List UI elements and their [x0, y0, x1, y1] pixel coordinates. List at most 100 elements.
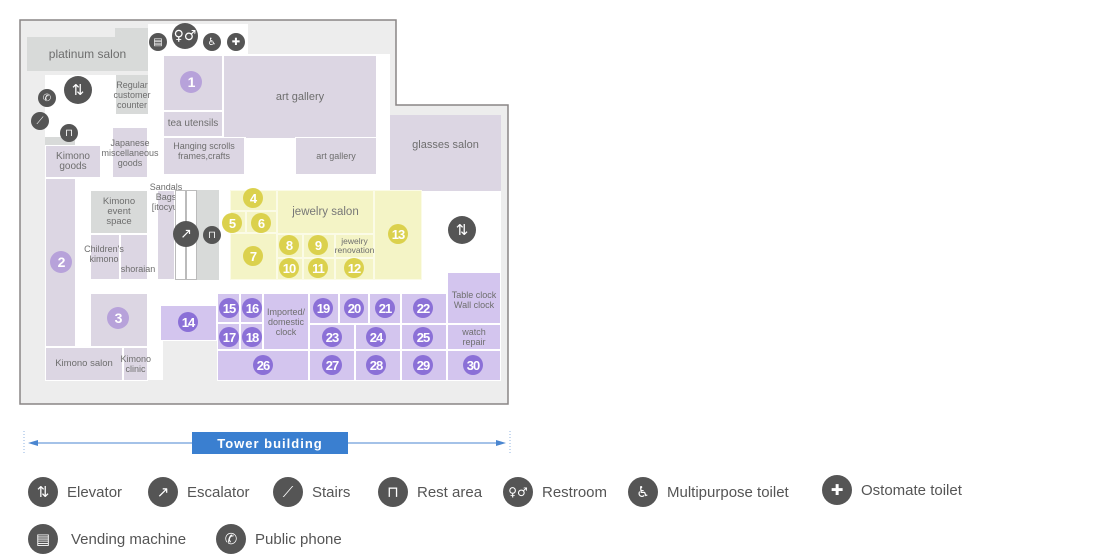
rest-area-icon: ⊓	[203, 226, 221, 244]
escalator-icon: ↗	[148, 477, 178, 507]
rest-area-icon: ⊓	[378, 477, 408, 507]
marker-5[interactable]: 5	[222, 213, 242, 233]
marker-1[interactable]: 1	[180, 71, 202, 93]
marker-20[interactable]: 20	[344, 298, 364, 318]
marker-26[interactable]: 26	[253, 355, 273, 375]
legend-escalator: ↗ Escalator	[148, 477, 250, 507]
imported-clock-label: Imported/ domestic clock	[266, 306, 306, 337]
legend-vending-machine: ▤ Vending machine	[28, 524, 186, 554]
platinum-salon[interactable]: platinum salon	[27, 37, 148, 71]
watch-repair[interactable]: watch repair	[447, 324, 501, 350]
building-span-indicator	[23, 431, 511, 455]
table-wall-clock[interactable]: Table clock Wall clock	[447, 272, 501, 324]
glasses-salon[interactable]: glasses salon	[390, 115, 501, 191]
marker-28[interactable]: 28	[366, 355, 386, 375]
marker-30[interactable]: 30	[463, 355, 483, 375]
jewelry-renovation-label: jewelry renovation	[334, 236, 375, 255]
japanese-misc-label: Japanese miscellaneous goods	[101, 137, 159, 168]
escalator-icon: ↗	[173, 221, 199, 247]
kimono-salon[interactable]: Kimono salon	[45, 347, 123, 381]
marker-21[interactable]: 21	[375, 298, 395, 318]
legend-label: Elevator	[67, 483, 123, 501]
vending-machine-icon: ▤	[28, 524, 58, 554]
ostomate-toilet-icon: ✚	[227, 33, 245, 51]
tea-utensils[interactable]: tea utensils	[163, 111, 223, 137]
restroom-icon: ♀♂	[503, 477, 533, 507]
rest-area-icon: ⊓	[60, 124, 78, 142]
marker-23[interactable]: 23	[322, 327, 342, 347]
legend-label: Public phone	[255, 530, 342, 548]
marker-22[interactable]: 22	[413, 298, 433, 318]
tower-building-label: Tower building	[192, 432, 348, 454]
marker-6[interactable]: 6	[251, 213, 271, 233]
kimono-event-space-label: Kimono event space	[102, 196, 136, 227]
imported-domestic-clock[interactable]: Imported/ domestic clock	[263, 293, 309, 350]
regular-customer-counter-label: Regular customer counter	[113, 79, 151, 110]
marker-10[interactable]: 10	[279, 258, 299, 278]
marker-8[interactable]: 8	[279, 235, 299, 255]
marker-4[interactable]: 4	[243, 188, 263, 208]
marker-25[interactable]: 25	[413, 327, 433, 347]
elevator-icon: ⇅	[64, 76, 92, 104]
floor-map: platinum salon Regular customer counter …	[0, 0, 1100, 420]
marker-7[interactable]: 7	[243, 246, 263, 266]
watch-repair-label: watch repair	[462, 327, 486, 347]
legend-label: Restroom	[542, 483, 608, 501]
marker-13[interactable]: 13	[388, 224, 408, 244]
legend-label: Vending machine	[71, 530, 187, 548]
legend-stairs: ⟋ Stairs	[273, 477, 350, 507]
marker-9[interactable]: 9	[308, 235, 328, 255]
kimono-goods-label: Kimono goods	[56, 150, 90, 172]
stairs-icon: ⟋	[273, 477, 303, 507]
restroom-icon: ♀♂	[172, 23, 198, 49]
legend-multipurpose-toilet: ♿ Multipurpose toilet	[628, 477, 789, 507]
regular-customer-counter[interactable]: Regular customer counter	[113, 75, 151, 114]
jewelry-salon[interactable]: jewelry salon	[277, 190, 374, 234]
shoraian-label: shoraian	[120, 264, 156, 274]
elevator-icon: ⇅	[448, 216, 476, 244]
kimono-event-space[interactable]: Kimono event space	[90, 190, 148, 234]
kimono-clinic-label: Kimono clinic	[120, 354, 152, 374]
kimono-clinic[interactable]: Kimono clinic	[120, 347, 152, 381]
marker-19[interactable]: 19	[313, 298, 333, 318]
legend-rest-area: ⊓ Rest area	[378, 477, 482, 507]
marker-12[interactable]: 12	[344, 258, 364, 278]
hanging-scrolls-label: Hanging scrolls frames,crafts	[173, 141, 235, 161]
legend-label: Ostomate toilet	[861, 481, 962, 499]
kimono-goods[interactable]: Kimono goods	[45, 145, 101, 178]
marker-29[interactable]: 29	[413, 355, 433, 375]
marker-15[interactable]: 15	[219, 298, 239, 318]
legend-label: Stairs	[312, 483, 351, 501]
multipurpose-toilet-icon: ♿	[628, 477, 658, 507]
marker-14[interactable]: 14	[178, 312, 198, 332]
public-phone-icon: ✆	[38, 89, 56, 107]
legend-public-phone: ✆ Public phone	[216, 524, 342, 554]
marker-3[interactable]: 3	[107, 307, 129, 329]
multipurpose-toilet-icon: ♿	[203, 33, 221, 51]
legend-restroom: ♀♂ Restroom	[503, 477, 607, 507]
marker-17[interactable]: 17	[219, 327, 239, 347]
marker-27[interactable]: 27	[322, 355, 342, 375]
legend-label: Multipurpose toilet	[667, 483, 789, 501]
marker-18[interactable]: 18	[242, 327, 262, 347]
stairs-icon: ⟋	[31, 112, 49, 130]
art-gallery-small[interactable]: art gallery	[295, 137, 377, 175]
marker-11[interactable]: 11	[308, 258, 328, 278]
marker-16[interactable]: 16	[242, 298, 262, 318]
art-gallery-main[interactable]: art gallery	[223, 55, 377, 139]
elevator-icon: ⇅	[28, 477, 58, 507]
jewelry-renovation[interactable]: jewelry renovation	[335, 234, 374, 258]
japanese-miscellaneous-goods[interactable]: Japanese miscellaneous goods	[102, 127, 159, 178]
legend-label: Escalator	[187, 483, 250, 501]
hanging-scrolls[interactable]: Hanging scrolls frames,crafts	[163, 137, 245, 175]
public-phone-icon: ✆	[216, 524, 246, 554]
ostomate-toilet-icon: ✚	[822, 475, 852, 505]
legend-ostomate-toilet: ✚ Ostomate toilet	[822, 475, 962, 505]
table-clock-label: Table clock Wall clock	[451, 290, 497, 310]
childrens-kimono-label: Children's kimono	[84, 244, 124, 264]
legend-label: Rest area	[417, 483, 483, 501]
legend-elevator: ⇅ Elevator	[28, 477, 122, 507]
marker-24[interactable]: 24	[366, 327, 386, 347]
vending-machine-icon: ▤	[149, 33, 167, 51]
marker-2[interactable]: 2	[50, 251, 72, 273]
